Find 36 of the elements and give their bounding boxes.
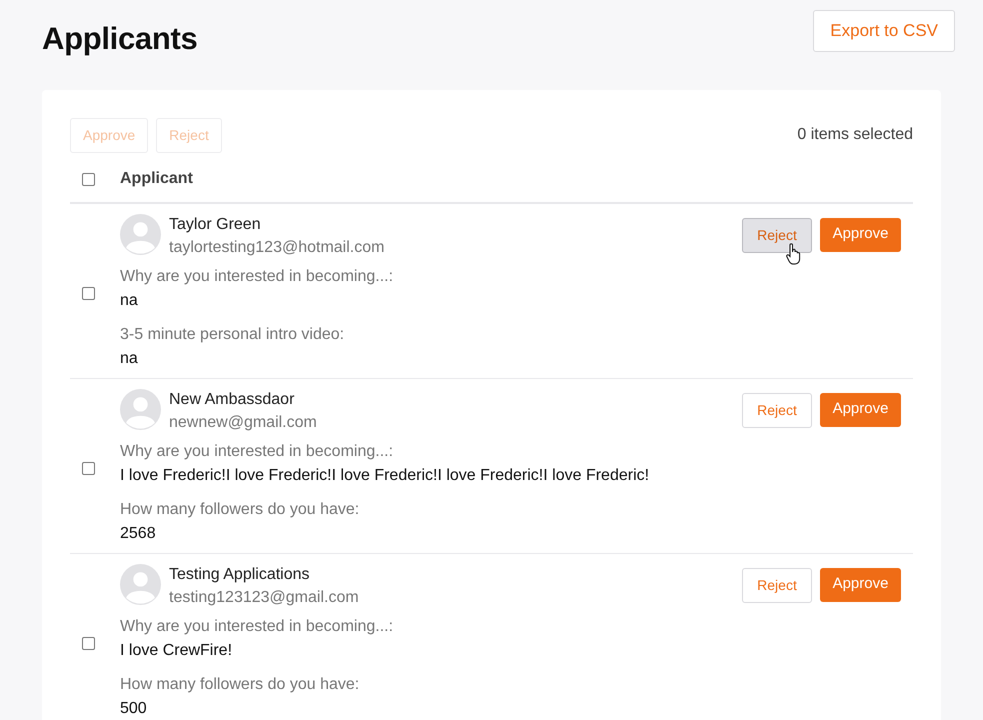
checkbox[interactable]	[82, 172, 95, 186]
answer-text: 500	[120, 698, 148, 718]
applicant-name: Taylor Green	[169, 214, 262, 234]
avatar-icon	[120, 564, 161, 604]
avatar-icon	[120, 388, 161, 430]
answer-text: 2568	[120, 524, 157, 544]
applicant-email: testing123123@gmail.com	[169, 588, 359, 608]
checkbox[interactable]	[82, 462, 95, 475]
reject-button[interactable]: Reject	[742, 568, 812, 602]
hand-cursor-icon	[786, 242, 802, 264]
checkbox[interactable]	[82, 287, 95, 300]
column-header: Applicant	[120, 169, 193, 189]
question-label: 3-5 minute personal intro video:	[120, 324, 346, 344]
approve-button[interactable]: Approve	[820, 568, 901, 602]
answer-text: I love Frederic!I love Frederic!I love Frederic!I love Frederic!I love Frederic!	[120, 466, 650, 486]
applicant-name: New Ambassdaor	[169, 390, 296, 410]
export-button[interactable]: Export to CSV	[813, 10, 955, 52]
answer-text: na	[120, 290, 139, 310]
answer-text: na	[120, 348, 139, 368]
answer-text: I love CrewFire!	[120, 640, 234, 660]
approve-button[interactable]: Approve	[820, 218, 901, 252]
reject-button[interactable]: Reject	[742, 392, 812, 428]
applicant-name: Testing Applications	[169, 564, 311, 584]
question-label: How many followers do you have:	[120, 674, 360, 694]
applicant-email: newnew@gmail.com	[169, 412, 317, 432]
selection-count: 0 items selected	[797, 125, 913, 145]
question-label: Why are you interested in becoming...:	[120, 616, 394, 636]
page-title: Applicants	[42, 20, 198, 58]
question-label: Why are you interested in becoming...:	[120, 266, 394, 286]
reject-button[interactable]: Reject	[742, 218, 812, 252]
avatar-icon	[120, 214, 161, 254]
question-label: Why are you interested in becoming...:	[120, 442, 394, 462]
approve-button[interactable]: Approve	[820, 392, 901, 426]
applicant-email: taylortesting123@hotmail.com	[169, 238, 384, 258]
question-label: How many followers do you have:	[120, 500, 360, 520]
checkbox[interactable]	[82, 637, 95, 650]
